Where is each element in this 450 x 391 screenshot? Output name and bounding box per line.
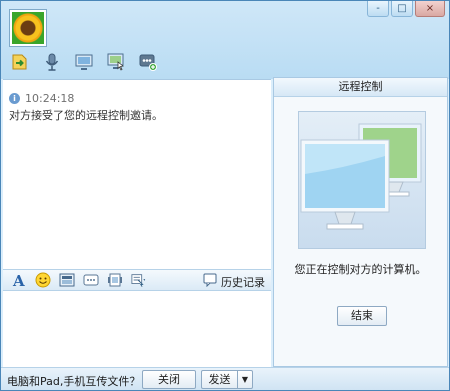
shake-icon[interactable] (83, 272, 99, 288)
remote-monitors-illustration (298, 111, 426, 249)
history-label: 历史记录 (221, 275, 265, 289)
send-options-chevron-down-icon[interactable]: ▼ (238, 371, 252, 388)
history-button[interactable]: 历史记录 (203, 273, 265, 290)
send-button-group: 发送 ▼ (201, 370, 253, 389)
bottom-bar: 电脑和Pad,手机互传文件？ 关闭 发送 ▼ (1, 367, 449, 390)
remote-control-panel: 远程控制 您正在控制对方的计算机。 结束 (273, 77, 448, 367)
emoji-icon[interactable] (35, 272, 51, 288)
svg-text:A: A (12, 272, 25, 288)
minimize-button[interactable]: - (367, 1, 389, 17)
remote-control-icon[interactable] (105, 51, 127, 73)
timestamp-text: 10:24:18 (25, 92, 75, 105)
remote-status-text: 您正在控制对方的计算机。 (294, 263, 427, 276)
close-window-button[interactable]: × (415, 1, 445, 17)
end-remote-button[interactable]: 结束 (337, 306, 387, 326)
more-apps-icon[interactable] (137, 51, 159, 73)
remote-panel-title: 远程控制 (274, 78, 447, 97)
info-icon: i (9, 93, 20, 104)
music-icon[interactable] (131, 272, 147, 288)
contact-avatar[interactable] (9, 9, 47, 47)
font-icon[interactable]: A (11, 272, 27, 288)
input-toolbar: A 历史记录 (3, 269, 271, 291)
video-call-icon[interactable] (73, 51, 95, 73)
message-timestamp: i 10:24:18 (9, 92, 74, 105)
chat-toolbar (9, 51, 169, 73)
chat-window: - □ × i 10:24:18 对方接受了您的远程控制邀请。 A 历史记录 远… (0, 0, 450, 391)
system-message: 对方接受了您的远程控制邀请。 (9, 109, 163, 122)
message-history-area[interactable]: i 10:24:18 对方接受了您的远程控制邀请。 (3, 79, 271, 269)
send-button[interactable]: 发送 (202, 371, 238, 388)
microphone-icon[interactable] (41, 51, 63, 73)
file-transfer-promo-link[interactable]: 电脑和Pad,手机互传文件？ (7, 373, 140, 389)
maximize-button[interactable]: □ (391, 1, 413, 17)
window-controls: - □ × (365, 1, 445, 17)
screenshot-icon[interactable] (59, 272, 75, 288)
history-icon (203, 273, 217, 290)
message-input[interactable] (3, 291, 271, 367)
sunflower-avatar-image (12, 12, 44, 44)
image-icon[interactable] (107, 272, 123, 288)
send-file-icon[interactable] (9, 51, 31, 73)
close-button[interactable]: 关闭 (142, 370, 196, 389)
